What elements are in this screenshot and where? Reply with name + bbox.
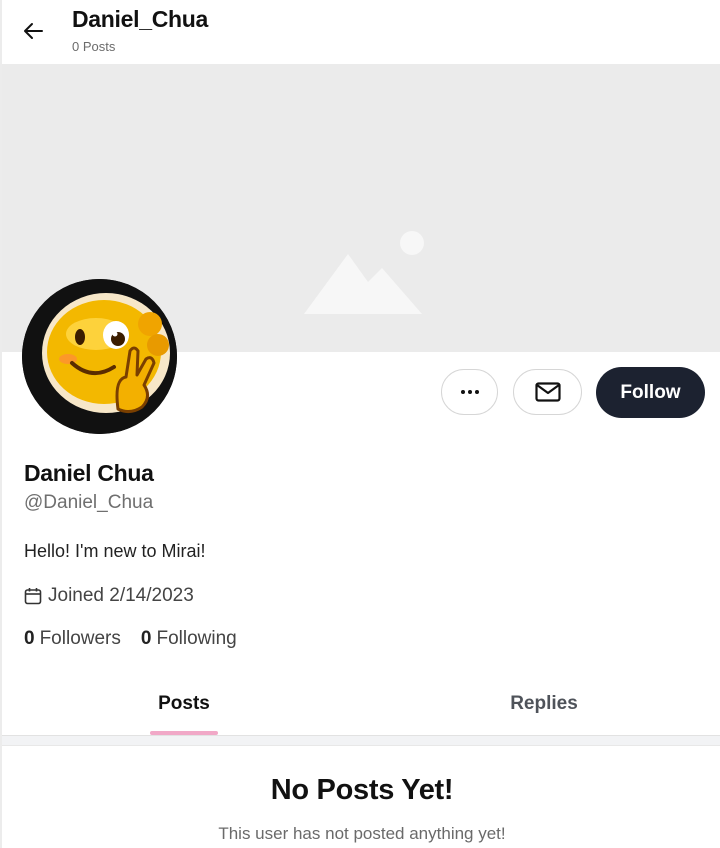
back-button[interactable] — [18, 16, 48, 46]
image-placeholder-icon — [304, 231, 424, 314]
followers-label: Followers — [39, 628, 121, 649]
following-label: Following — [156, 628, 237, 649]
profile-page: Daniel_Chua 0 Posts Follow Daniel Chua @… — [0, 0, 720, 848]
profile-header: Daniel_Chua 0 Posts — [2, 0, 720, 64]
content-separator — [2, 736, 720, 746]
follow-button[interactable]: Follow — [596, 367, 705, 418]
joined-date: Joined 2/14/2023 — [24, 585, 194, 607]
following-stat[interactable]: 0 Following — [141, 628, 237, 650]
profile-tabs: Posts Replies — [2, 672, 720, 736]
user-bio: Hello! I'm new to Mirai! — [24, 541, 206, 561]
display-name: Daniel Chua — [24, 460, 154, 486]
more-options-button[interactable] — [441, 369, 498, 415]
header-post-count: 0 Posts — [72, 39, 116, 54]
arrow-left-icon — [24, 23, 43, 39]
joined-date-text: Joined 2/14/2023 — [48, 585, 194, 606]
avatar[interactable] — [22, 279, 177, 434]
empty-state-title: No Posts Yet! — [270, 774, 454, 806]
avatar-image — [22, 279, 177, 434]
calendar-icon — [24, 588, 42, 605]
envelope-icon — [534, 382, 561, 402]
followers-count: 0 — [24, 628, 35, 649]
follow-stats: 0 Followers 0 Following — [24, 628, 237, 650]
following-count: 0 — [140, 628, 152, 649]
tab-posts[interactable]: Posts — [124, 672, 244, 736]
empty-state-subtitle: This user has not posted anything yet! — [218, 824, 506, 843]
followers-stat[interactable]: 0 Followers — [24, 628, 121, 650]
more-horizontal-icon — [460, 390, 479, 394]
message-button[interactable] — [513, 369, 582, 415]
header-username: Daniel_Chua — [72, 6, 209, 32]
tab-replies[interactable]: Replies — [484, 672, 604, 736]
user-handle: @Daniel_Chua — [24, 492, 154, 513]
